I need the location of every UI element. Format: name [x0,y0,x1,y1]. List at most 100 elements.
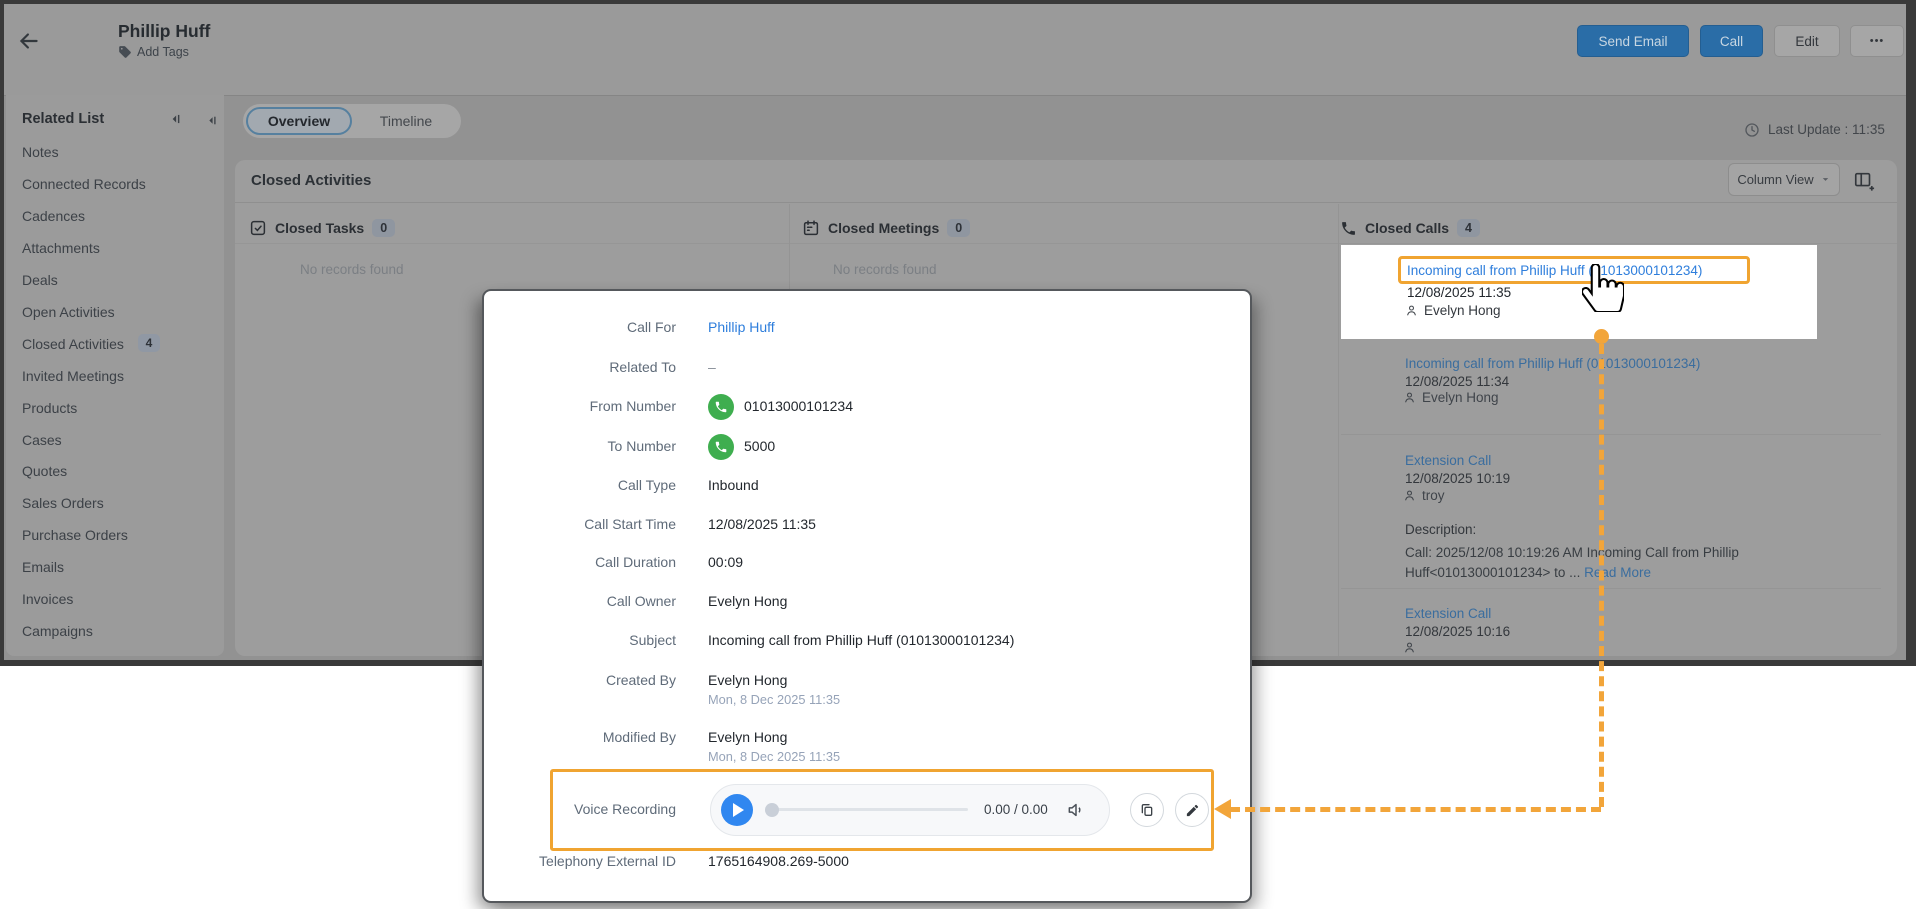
mouse-cursor-hand [1582,264,1624,312]
field-label: Modified By [436,729,676,745]
field-label: Voice Recording [436,801,676,817]
person-icon [1405,304,1418,317]
call-for-link[interactable]: Phillip Huff [708,319,775,335]
call-row-owner: Evelyn Hong [1405,303,1501,318]
field-label: Call Owner [436,593,676,609]
owner-name: troy [1422,488,1445,503]
call-row-owner: Evelyn Hong [1403,390,1499,405]
sidebar-item-sales-orders[interactable]: Sales Orders [22,495,104,511]
owner-name: Evelyn Hong [1422,390,1499,405]
edit-recording-button[interactable] [1175,793,1209,827]
person-icon [1403,391,1416,404]
sidebar-item-attachments[interactable]: Attachments [22,240,100,256]
incoming-call-link[interactable]: Incoming call from Phillip Huff (0101300… [1407,263,1702,278]
column-view-label: Column View [1737,172,1813,187]
audio-progress-knob[interactable] [765,803,779,817]
field-label: Call Duration [436,554,676,570]
send-email-button[interactable]: Send Email [1577,25,1689,57]
tab-overview[interactable]: Overview [246,107,352,135]
field-label: Call For [436,319,676,335]
sidebar-item-deals[interactable]: Deals [22,272,58,288]
sidebar-item-invited-meetings[interactable]: Invited Meetings [22,368,124,384]
add-column-button[interactable] [1853,170,1875,192]
pencil-icon [1185,803,1200,818]
play-icon [733,803,744,817]
sidebar-item-invoices[interactable]: Invoices [22,591,73,607]
field-label: Related To [436,359,676,375]
back-button[interactable] [16,28,42,54]
sidebar-item-notes[interactable]: Notes [22,144,59,160]
add-column-icon [1853,170,1875,192]
sidebar-item-connected-records[interactable]: Connected Records [22,176,146,192]
volume-button[interactable] [1066,800,1086,820]
call-row-date: 12/08/2025 11:35 [1407,285,1511,300]
closed-calls-title: Closed Calls [1365,220,1449,236]
subject-value: Incoming call from Phillip Huff (0101300… [708,632,1014,648]
closed-activities-count-badge: 4 [138,334,160,352]
closed-tasks-title: Closed Tasks [275,220,364,236]
connector-dot [1594,329,1609,344]
person-icon [1403,489,1416,502]
phone-icon [1340,220,1357,237]
call-description: Call: 2025/12/08 10:19:26 AM Incoming Ca… [1405,543,1783,582]
tag-icon [118,45,132,59]
connector-arrowhead [1214,799,1231,819]
call-row-date: 12/08/2025 11:34 [1405,374,1509,389]
hand-pointer-icon [1582,264,1624,312]
audio-progress-track[interactable] [772,808,968,811]
field-label: Telephony External ID [436,853,676,869]
sidebar-item-products[interactable]: Products [22,400,77,416]
closed-meetings-count: 0 [947,219,970,237]
telephony-external-id-value: 1765164908.269-5000 [708,853,849,869]
call-row-link[interactable]: Extension Call [1405,453,1491,468]
phone-call-icon[interactable] [708,434,734,460]
edit-button[interactable]: Edit [1774,25,1840,57]
connector-horizontal-dashed-line [1230,807,1601,812]
copy-icon [1139,802,1155,818]
description-label: Description: [1405,522,1476,537]
sidebar-item-quotes[interactable]: Quotes [22,463,67,479]
panel-collapse-icon[interactable] [205,114,218,127]
call-row-owner: troy [1403,488,1445,503]
add-tags-button[interactable]: Add Tags [118,45,189,59]
field-label: Call Start Time [436,516,676,532]
call-duration-value: 00:09 [708,554,743,570]
field-label: Subject [436,632,676,648]
column-view-dropdown[interactable]: Column View [1728,163,1840,196]
back-arrow-icon [16,28,42,54]
sidebar-item-cadences[interactable]: Cadences [22,208,85,224]
sidebar-item-emails[interactable]: Emails [22,559,64,575]
call-type-value: Inbound [708,477,759,493]
call-row-link[interactable]: Incoming call from Phillip Huff (0101300… [1405,356,1700,371]
person-icon [1403,641,1416,654]
modified-by-datetime: Mon, 8 Dec 2025 11:35 [708,749,840,764]
call-row-date: 12/08/2025 10:19 [1405,471,1510,486]
call-row-link[interactable]: Extension Call [1405,606,1491,621]
call-owner-value: Evelyn Hong [708,593,787,609]
phone-call-icon[interactable] [708,394,734,420]
collapse-left-icon [205,114,218,127]
read-more-link[interactable]: Read More [1584,565,1651,580]
sidebar-collapse-icon[interactable] [168,112,182,126]
calendar-icon [802,219,820,237]
to-number-value: 5000 [744,438,775,454]
closed-calls-column-header: Closed Calls 4 [1340,219,1480,237]
sidebar-item-open-activities[interactable]: Open Activities [22,304,115,320]
call-button[interactable]: Call [1700,25,1763,57]
tab-timeline[interactable]: Timeline [366,107,446,135]
sidebar-item-purchase-orders[interactable]: Purchase Orders [22,527,128,543]
sidebar-item-campaigns[interactable]: Campaigns [22,623,93,639]
no-records-tasks: No records found [300,262,404,277]
sidebar-item-closed-activities[interactable]: Closed Activities [22,336,124,352]
more-actions-button[interactable]: ••• [1850,25,1904,57]
related-list-title: Related List [22,111,104,127]
add-tags-label: Add Tags [137,45,189,59]
connector-vertical-dashed-line [1599,344,1604,807]
owner-name: Evelyn Hong [1424,303,1501,318]
created-by-value: Evelyn Hong [708,672,787,688]
audio-time: 0.00 / 0.00 [984,802,1048,817]
closed-meetings-column-header: Closed Meetings 0 [802,219,970,237]
sidebar-item-cases[interactable]: Cases [22,432,62,448]
play-button[interactable] [721,794,753,826]
copy-recording-button[interactable] [1130,793,1164,827]
